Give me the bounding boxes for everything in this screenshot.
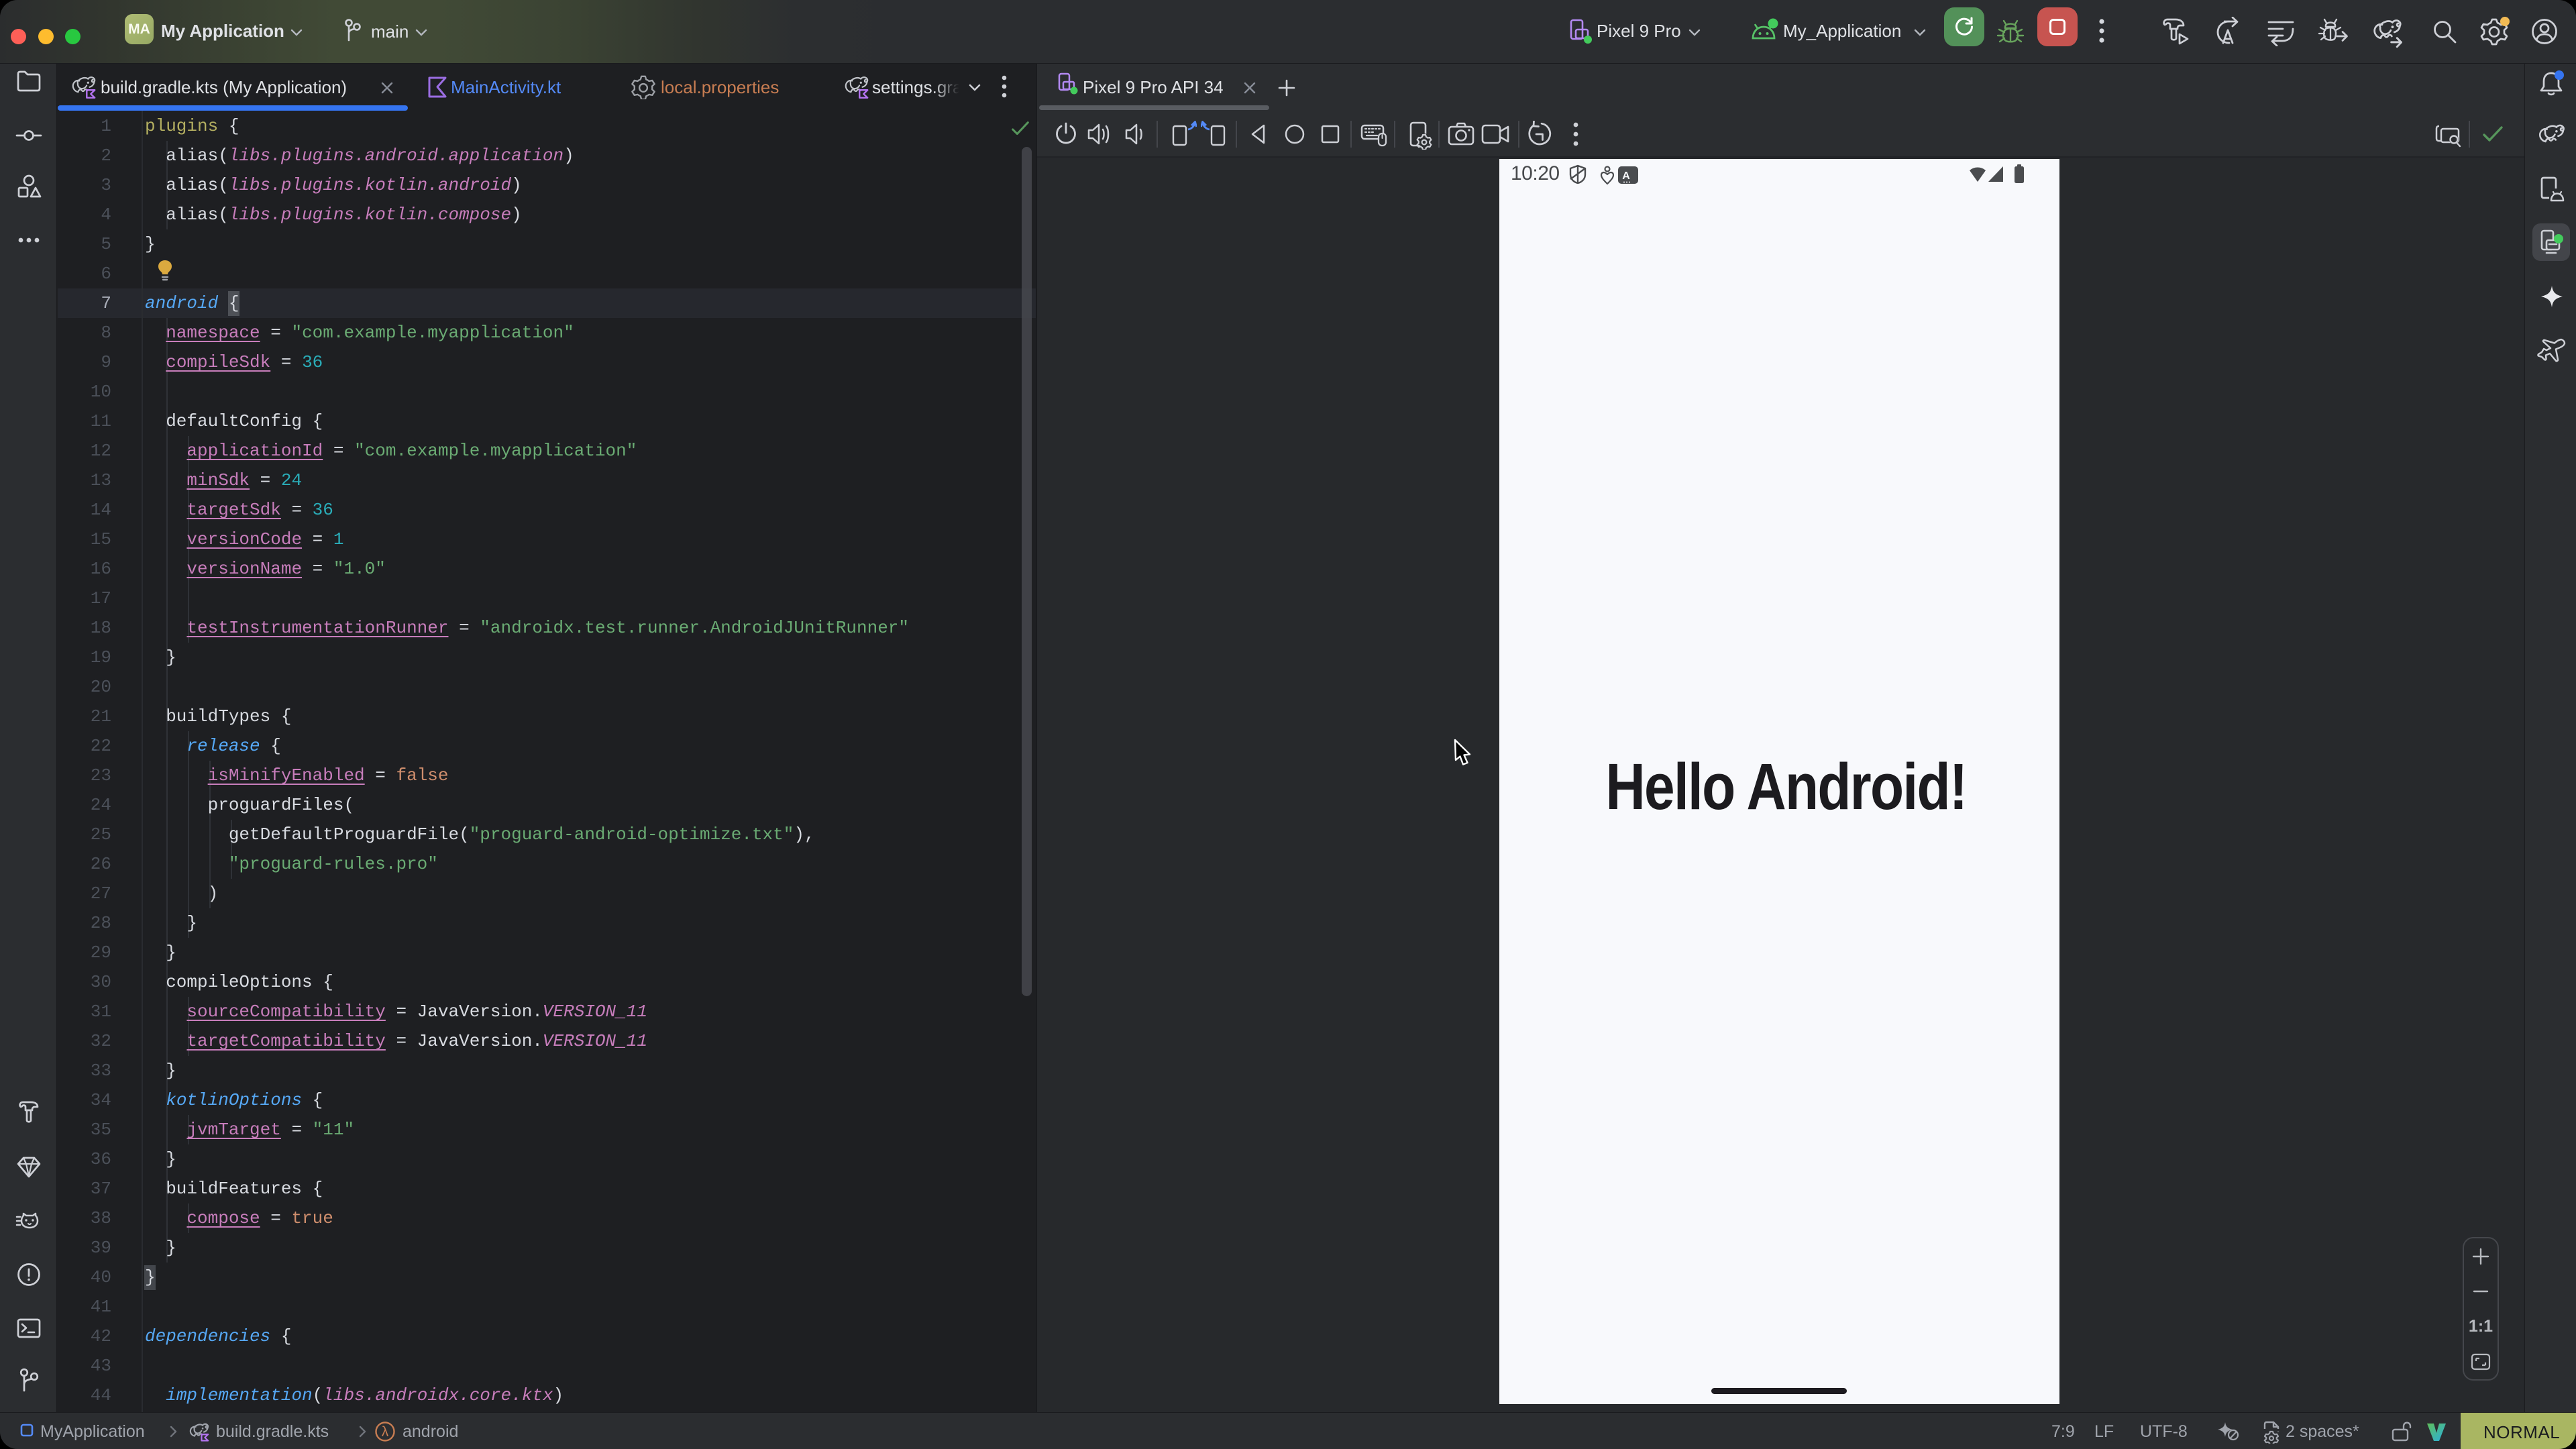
svg-text:λ: λ xyxy=(382,1424,389,1440)
svg-text:A: A xyxy=(1622,170,1630,182)
